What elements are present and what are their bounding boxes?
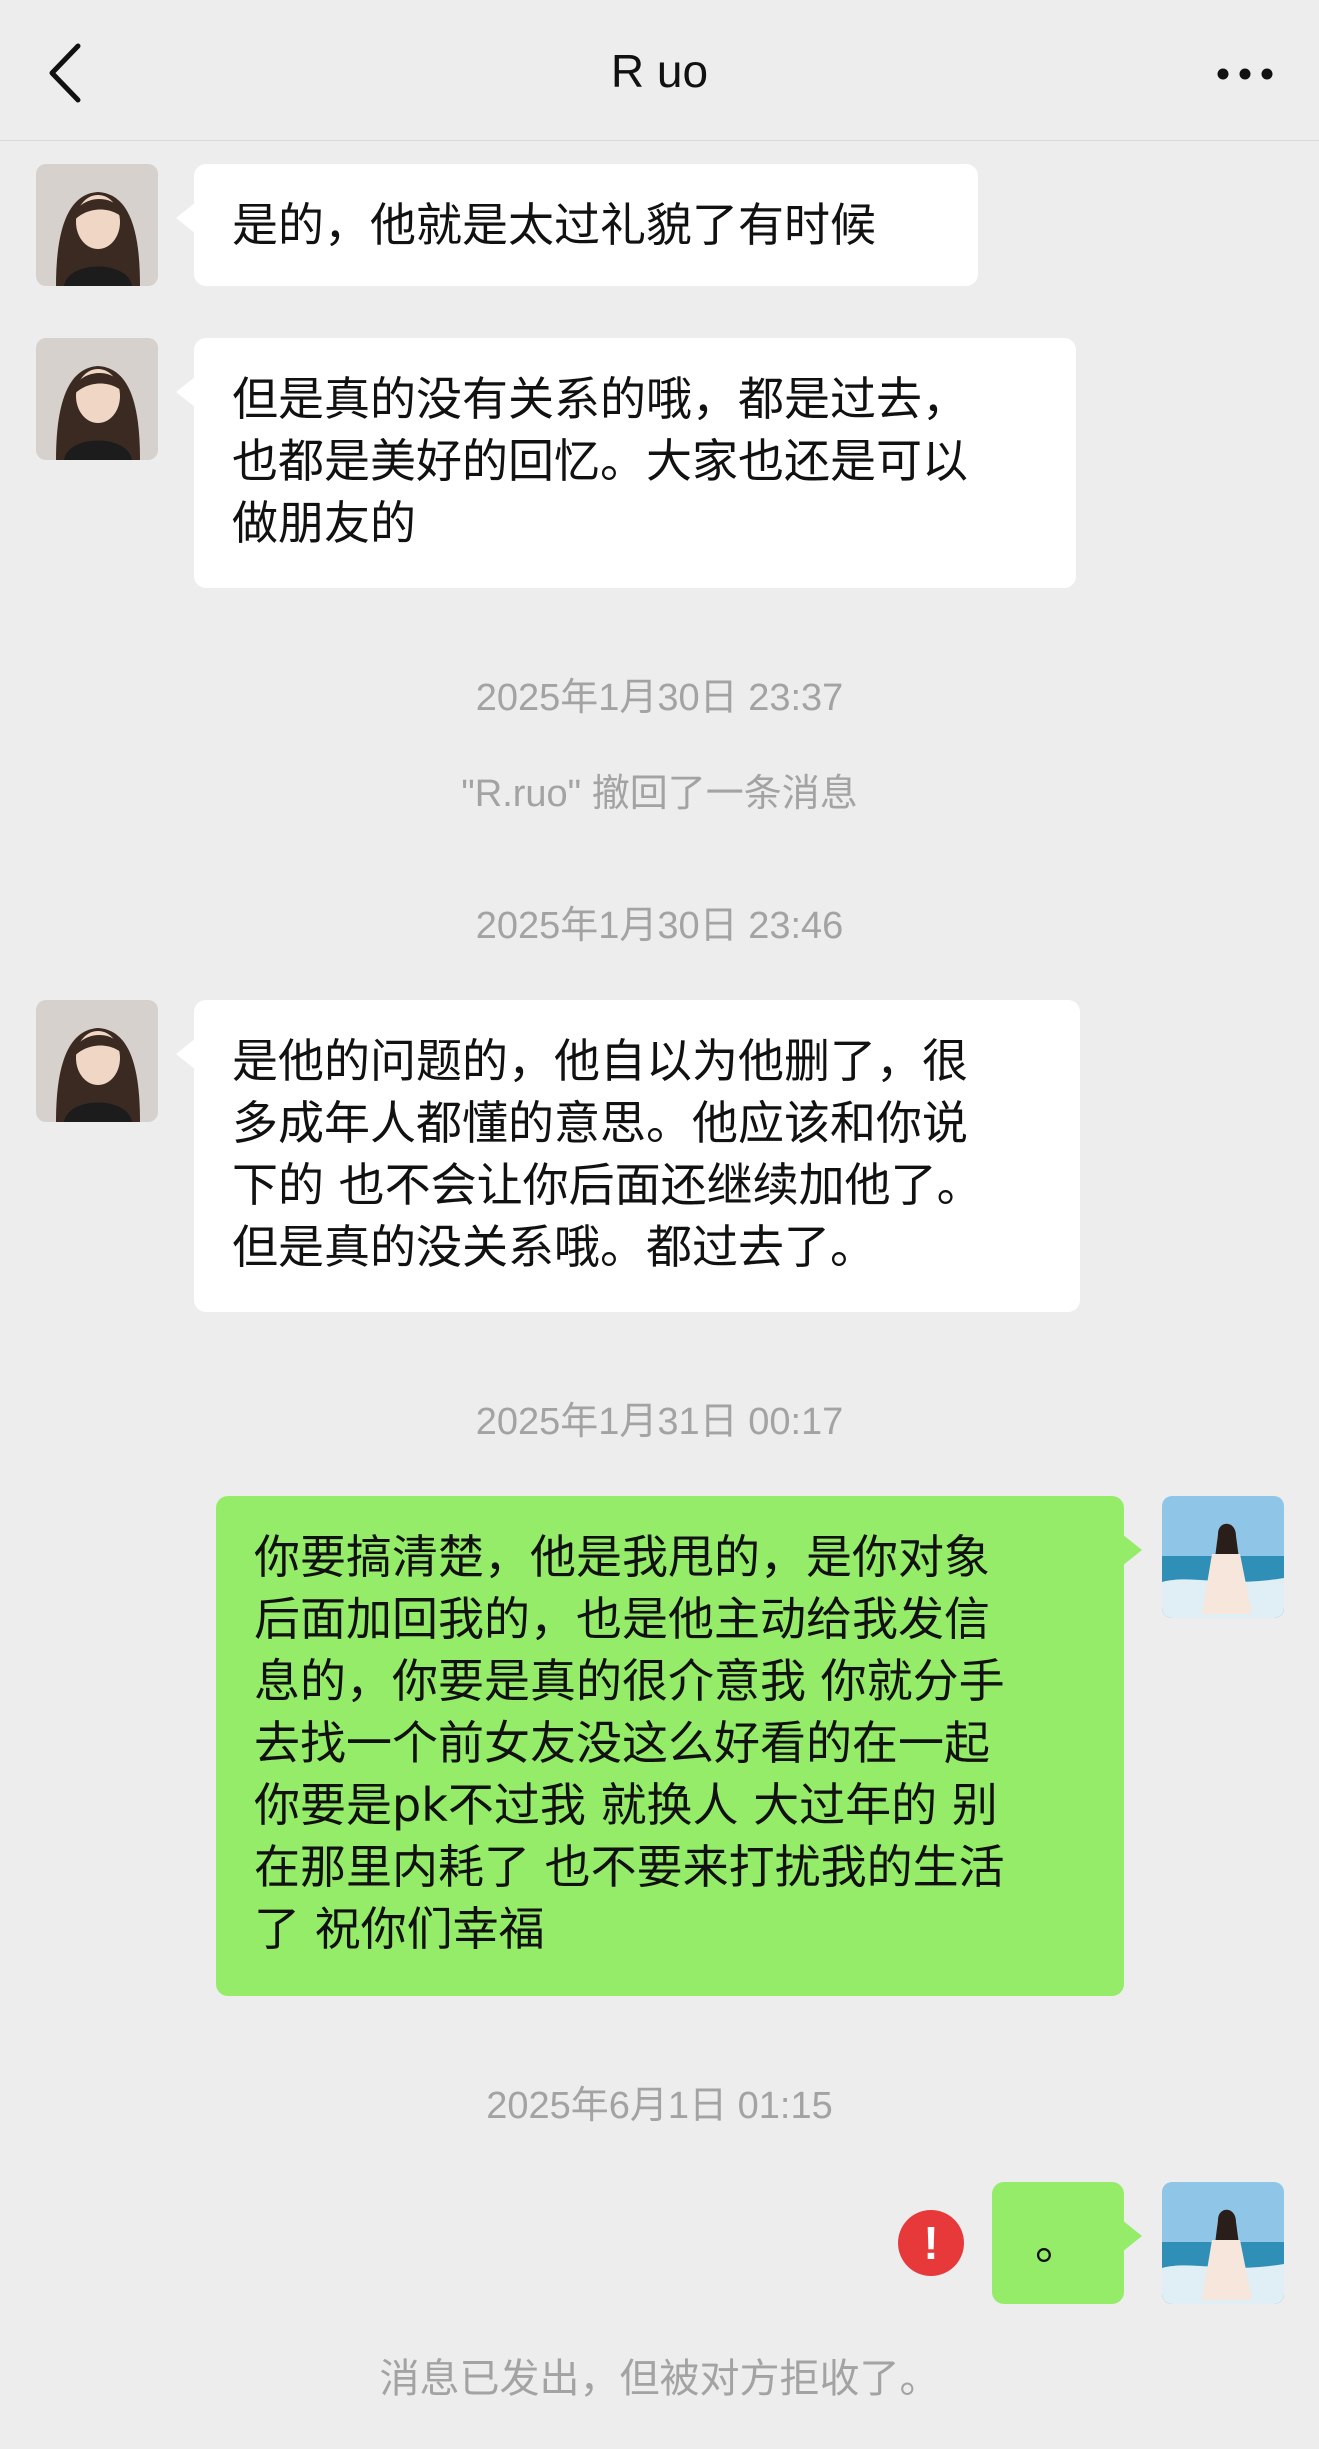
contact-avatar[interactable]	[36, 164, 158, 286]
more-button[interactable]	[1215, 50, 1275, 90]
timestamp: 2025年6月1日 01:15	[486, 2085, 833, 2127]
timestamp: 2025年1月31日 00:17	[475, 1401, 844, 1443]
message-bubble-incoming[interactable]: 是他的问题的，他自以为他删了，很 多成年人都懂的意思。他应该和你说 下的 也不会…	[176, 1000, 1080, 1312]
more-horizontal-icon	[1217, 68, 1273, 80]
timestamp: 2025年1月30日 23:37	[475, 677, 844, 719]
chat-title: R uo	[610, 45, 709, 97]
recall-notice: "R.ruo" 撤回了一条消息	[461, 773, 858, 815]
contact-avatar[interactable]	[36, 1000, 158, 1122]
error-icon[interactable]: !	[898, 2210, 964, 2276]
message-bubble-outgoing[interactable]: 你要搞清楚，他是我甩的，是你对象 后面加回我的，也是他主动给我发信 息的，你要是…	[216, 1496, 1142, 1996]
message-bubble-incoming[interactable]: 但是真的没有关系的哦，都是过去， 也都是美好的回忆。大家也还是可以 做朋友的	[176, 338, 1076, 588]
my-avatar[interactable]	[1162, 1496, 1284, 1618]
rejected-notice: 消息已发出，但被对方拒收了。	[379, 2357, 940, 2401]
contact-avatar[interactable]	[36, 338, 158, 460]
nav-bar: R uo	[0, 0, 1319, 141]
message-bubble-incoming[interactable]: 是的，他就是太过礼貌了有时候	[176, 164, 978, 286]
timestamp: 2025年1月30日 23:46	[475, 905, 844, 947]
my-avatar[interactable]	[1162, 2182, 1284, 2304]
message-bubble-outgoing-failed[interactable]: 。	[992, 2182, 1142, 2304]
